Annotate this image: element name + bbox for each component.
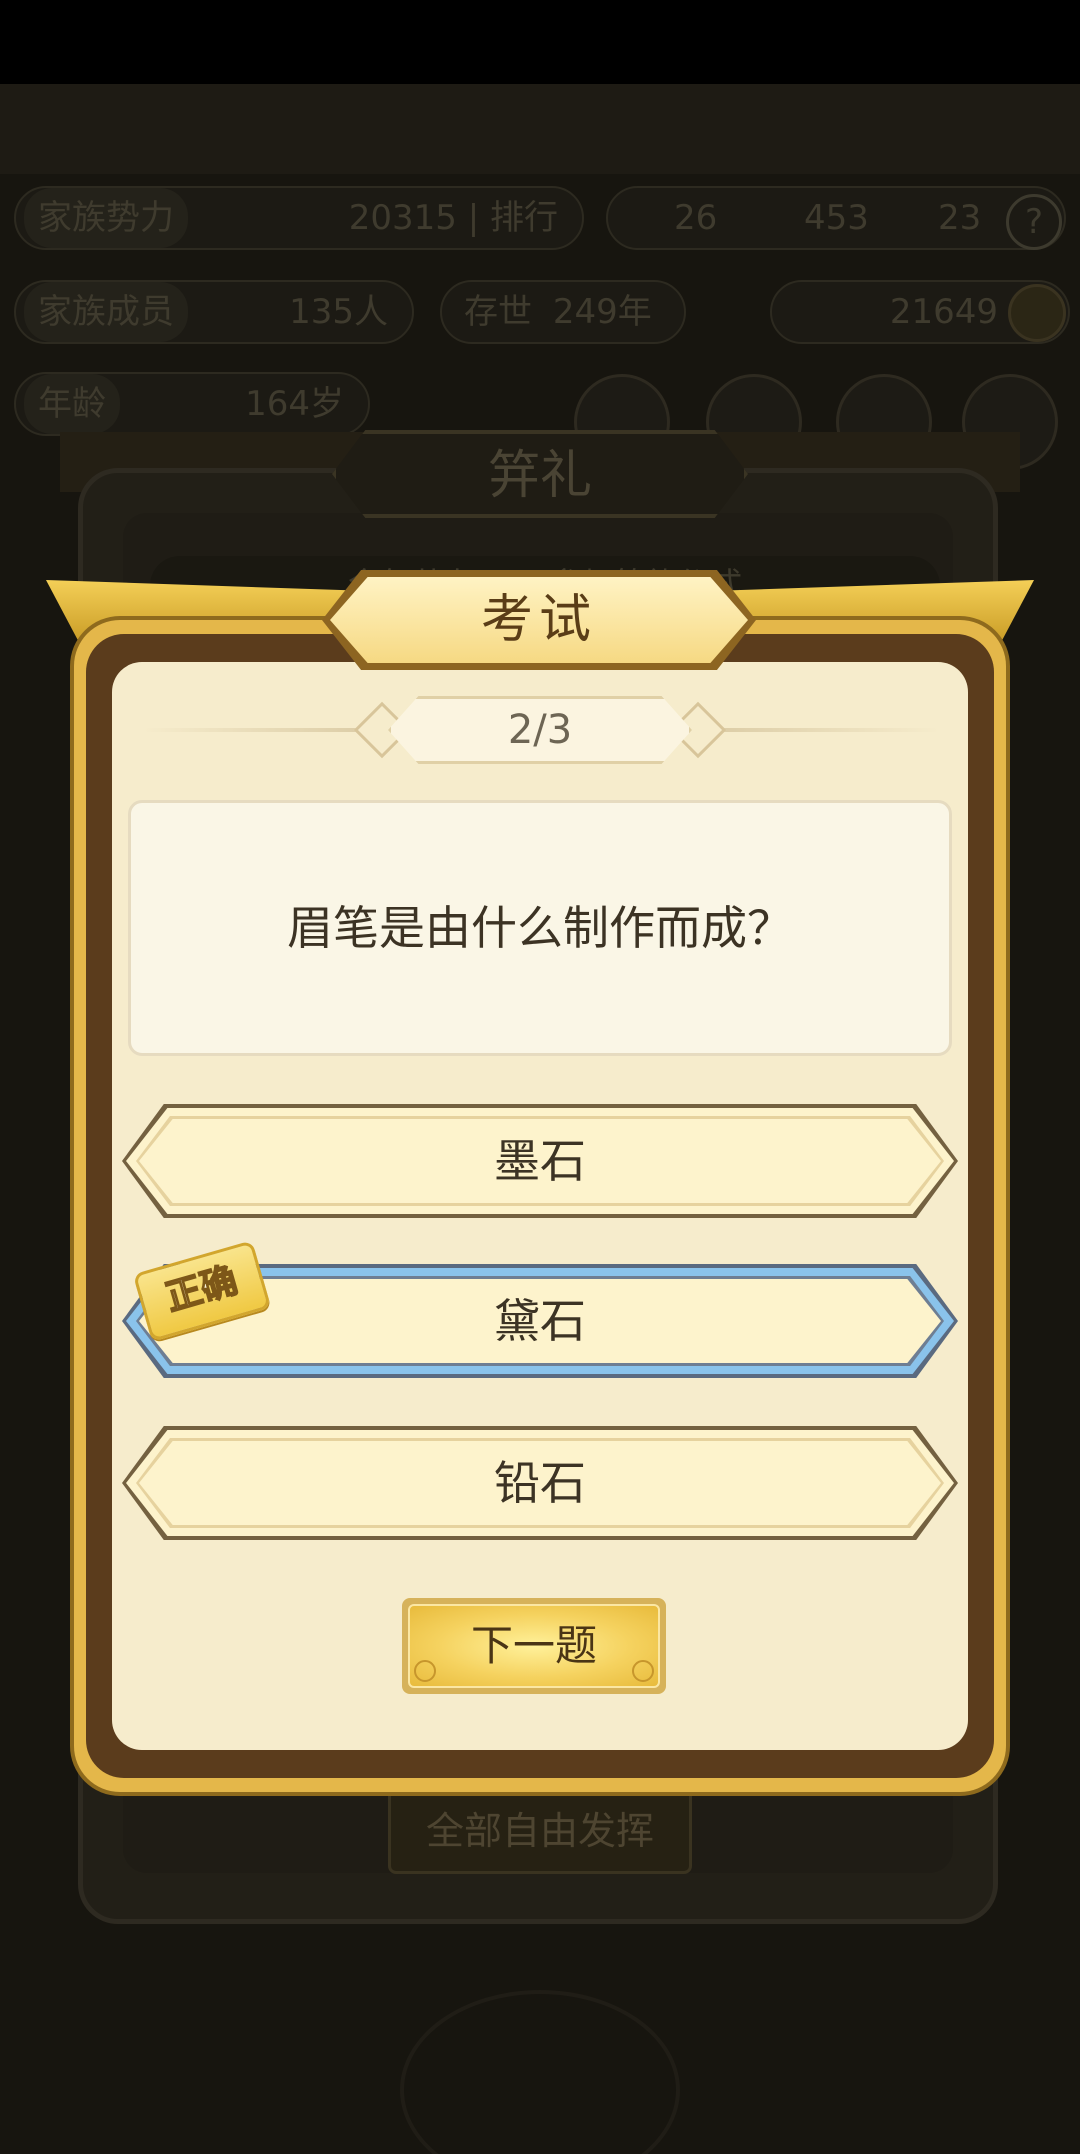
ceremony-title: 笄礼 [487,446,592,506]
resource-c-value: 23 [938,198,982,238]
question-progress: 2/3 [507,707,573,753]
status-bar [0,0,1080,84]
next-question-button[interactable]: 下一题 [408,1604,660,1688]
existence-pill: 存世 249年 [440,280,686,344]
age-label: 年龄 [24,374,120,434]
answer-option[interactable]: 墨石 [122,1104,958,1218]
free-play-all-button[interactable]: 全部自由发挥 [388,1788,692,1874]
family-members-pill: 家族成员 135人 [14,280,414,344]
family-power-label: 家族势力 [24,188,188,248]
top-banner [0,84,1080,174]
bottom-ornament [400,1990,680,2154]
answer-option-label: 墨石 [494,1134,586,1188]
question-text: 眉笔是由什么制作而成？ [287,901,793,955]
resources-pill: 26 453 23 [606,186,1066,250]
family-members-label: 家族成员 [24,282,188,342]
answer-option[interactable]: 铅石 [122,1426,958,1540]
resource-a-value: 26 [674,198,718,238]
age-value: 164岁 [245,384,344,424]
button-corner-ornament [414,1660,436,1682]
existence-label: 存世 [464,292,532,332]
family-power-value: 20315 | 排行 [348,198,558,238]
progress-divider-right [690,728,940,732]
answer-option-label: 铅石 [494,1456,586,1510]
exam-title: 考试 [480,590,597,650]
existence-value: 249年 [552,292,652,332]
age-pill: 年龄 164岁 [14,372,370,436]
coin-icon [1008,284,1066,342]
button-corner-ornament [632,1660,654,1682]
help-icon[interactable]: ? [1006,194,1062,250]
resource-b-value: 453 [804,198,869,238]
coins-value: 21649 [889,292,998,332]
family-members-value: 135人 [289,292,388,332]
family-power-pill: 家族势力 20315 | 排行 [14,186,584,250]
